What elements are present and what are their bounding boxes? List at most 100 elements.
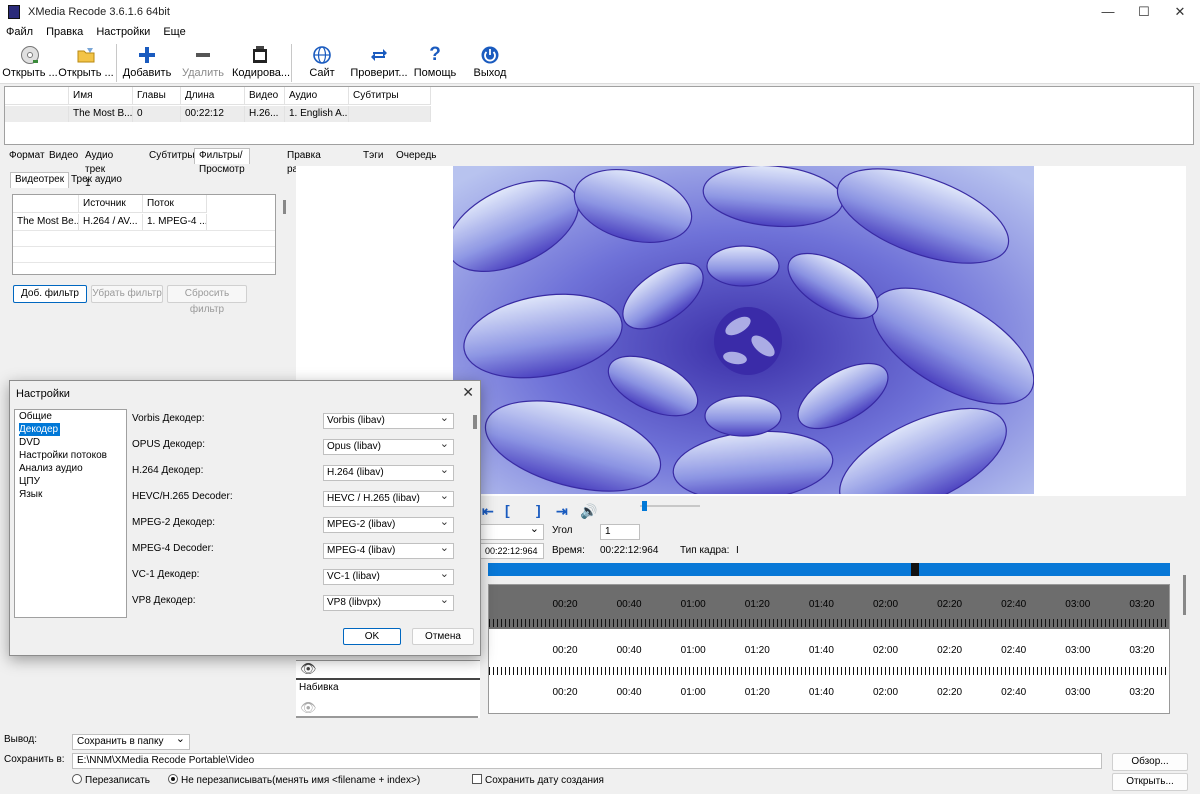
mpeg4-decoder-select[interactable]: MPEG-4 (libav)	[323, 541, 454, 559]
seek-bar[interactable]	[488, 563, 1170, 576]
no-overwrite-option[interactable]: Не перезаписывать(менять имя <filename +…	[168, 774, 420, 786]
table-cell: The Most Be...	[13, 214, 79, 230]
stream-select[interactable]: ⌄	[480, 523, 544, 540]
dialog-scrollbar[interactable]	[473, 415, 477, 429]
h264-decoder-select[interactable]: H.264 (libav)	[323, 463, 454, 481]
eye-icon[interactable]: 👁	[300, 700, 317, 716]
volume-slider[interactable]	[640, 505, 700, 507]
ok-button[interactable]: OK	[343, 628, 401, 645]
minimize-button[interactable]: —	[1088, 0, 1128, 24]
nav-item-audio-analysis[interactable]: Анализ аудио	[15, 462, 126, 475]
frame-type-value: I	[736, 545, 739, 556]
tab-video[interactable]: Видео	[44, 148, 83, 164]
vc1-decoder-select[interactable]: VC-1 (libav)	[323, 567, 454, 585]
menu-file[interactable]: Файл	[0, 24, 37, 38]
vorbis-decoder-label: Vorbis Декодер:	[132, 413, 205, 424]
timeline-tick-label: 00:20	[552, 599, 578, 610]
column-header-video[interactable]: Видео	[245, 87, 285, 105]
volume-icon[interactable]: 🔊	[580, 503, 597, 520]
timeline[interactable]: 00:20 00:40 01:00 01:20 01:40 02:00 02:20 02:40…	[488, 584, 1170, 714]
tab-queue[interactable]: Очередь	[391, 148, 442, 164]
add-button[interactable]: Добавить	[122, 42, 172, 84]
angle-spinner[interactable]: 1	[600, 524, 640, 540]
keep-date-option[interactable]: Сохранить дату создания	[472, 774, 604, 786]
column-header-stream[interactable]: Поток	[143, 195, 207, 213]
nav-item-stream-settings[interactable]: Настройки потоков	[15, 449, 126, 462]
tab-filters-preview[interactable]: Фильтры/Просмотр	[194, 148, 250, 175]
remove-filter-button[interactable]: Убрать фильтр	[91, 285, 163, 303]
subtab-audio-track[interactable]: Трек аудио	[66, 172, 127, 188]
mpeg4-decoder-label: MPEG-4 Decoder:	[132, 543, 214, 554]
toolbar-separator	[291, 44, 292, 82]
settings-nav-list[interactable]: Общие Декодер DVD Настройки потоков Анал…	[14, 409, 127, 618]
opus-decoder-select[interactable]: Opus (libav)	[323, 437, 454, 455]
time-input[interactable]: 00:22:12:964	[480, 543, 544, 559]
no-overwrite-radio[interactable]	[168, 774, 178, 784]
eye-icon[interactable]: 👁	[300, 661, 317, 677]
horizontal-scrollbar[interactable]	[296, 716, 478, 718]
encode-button[interactable]: Кодирова...	[232, 42, 290, 84]
go-start-icon[interactable]: ⇤	[482, 503, 494, 520]
ruler-row-2: 00:20 00:40 01:00 01:20 01:40 02:00 02:20 02:40…	[489, 631, 1169, 675]
tab-chapter-edit[interactable]: Правка раздела	[282, 148, 330, 175]
tab-format[interactable]: Формат	[4, 148, 50, 164]
timeline-scrollbar[interactable]	[1183, 575, 1186, 615]
close-button[interactable]: ✕	[1160, 0, 1200, 24]
overwrite-radio[interactable]	[72, 774, 82, 784]
maximize-button[interactable]: ☐	[1124, 0, 1164, 24]
file-list-table[interactable]: Имя Главы Длина Видео Аудио Субтитры The…	[4, 86, 1194, 145]
column-header-blank	[13, 195, 79, 213]
dialog-close-icon[interactable]: ✕	[462, 384, 474, 401]
vp8-decoder-select[interactable]: VP8 (libvpx)	[323, 593, 454, 611]
remove-button[interactable]: Удалить	[178, 42, 228, 84]
nav-item-general[interactable]: Общие	[15, 410, 126, 423]
nav-item-cpu[interactable]: ЦПУ	[15, 475, 126, 488]
table-cell: 1. MPEG-4 ...	[143, 214, 207, 230]
add-filter-button[interactable]: Доб. фильтр	[13, 285, 87, 303]
hevc-decoder-select[interactable]: HEVC / H.265 (libav)	[323, 489, 454, 507]
browse-button[interactable]: Обзор...	[1112, 753, 1188, 771]
tab-tags[interactable]: Тэги	[358, 148, 388, 164]
track-table[interactable]: Источник Поток The Most Be... H.264 / AV…	[12, 194, 276, 275]
playhead[interactable]	[910, 563, 919, 576]
column-header-name[interactable]: Имя	[69, 87, 133, 105]
menu-more[interactable]: Еще	[157, 24, 189, 38]
open-disc-button[interactable]: Открыть ...	[58, 42, 114, 84]
open-file-button[interactable]: Открыть ...	[2, 42, 58, 84]
open-output-button[interactable]: Открыть...	[1112, 773, 1188, 791]
help-button[interactable]: ? Помощь	[412, 42, 458, 84]
column-header-source[interactable]: Источник	[79, 195, 143, 213]
vorbis-decoder-select[interactable]: Vorbis (libav)	[323, 411, 454, 429]
column-header-audio[interactable]: Аудио	[285, 87, 349, 105]
nav-item-dvd[interactable]: DVD	[15, 436, 126, 449]
check-updates-button[interactable]: Проверит...	[350, 42, 408, 84]
reset-filter-button[interactable]: Сбросить фильтр	[167, 285, 247, 315]
nav-item-language[interactable]: Язык	[15, 488, 126, 501]
mpeg2-decoder-select[interactable]: MPEG-2 (libav)	[323, 515, 454, 533]
minus-icon	[193, 45, 213, 65]
keep-date-checkbox[interactable]	[472, 774, 482, 784]
site-button[interactable]: Сайт	[298, 42, 346, 84]
subtab-video-track[interactable]: Видеотрек	[10, 172, 70, 188]
nav-item-label: Настройки потоков	[19, 450, 107, 461]
exit-button[interactable]: Выход	[468, 42, 512, 84]
menu-edit[interactable]: Правка	[40, 24, 87, 38]
tab-audio-track-1[interactable]: Аудио трек 1	[80, 148, 118, 189]
column-header-length[interactable]: Длина	[181, 87, 245, 105]
scrollbar-thumb[interactable]	[283, 200, 286, 214]
table-cell: H.26...	[245, 106, 285, 122]
mark-out-icon[interactable]: ]	[536, 502, 541, 518]
mark-in-icon[interactable]: [	[505, 502, 510, 518]
output-select[interactable]: Сохранить в папку ⌄	[72, 733, 190, 750]
nav-item-decoder[interactable]: Декодер	[15, 423, 126, 436]
timeline-tick-label: 03:00	[1065, 687, 1091, 698]
save-path-field[interactable]: E:\NNM\XMedia Recode Portable\Video	[72, 753, 1102, 769]
go-end-icon[interactable]: ⇥	[556, 503, 568, 520]
column-header-subtitles[interactable]: Субтитры	[349, 87, 431, 105]
menu-settings[interactable]: Настройки	[90, 24, 154, 38]
column-header-chapters[interactable]: Главы	[133, 87, 181, 105]
overwrite-option[interactable]: Перезаписать	[72, 774, 150, 786]
volume-slider-thumb[interactable]	[642, 501, 647, 511]
tab-subtitles[interactable]: Субтитры	[144, 148, 200, 164]
cancel-button[interactable]: Отмена	[412, 628, 474, 645]
